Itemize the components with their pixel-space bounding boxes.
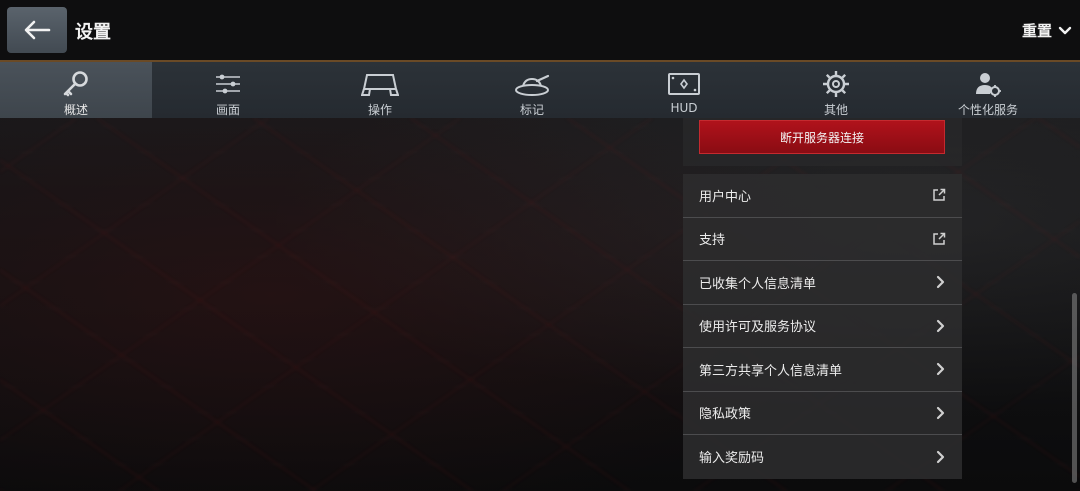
- tab-label: 概述: [63, 103, 88, 117]
- gear-icon: [823, 71, 849, 97]
- chevron-right-icon: [936, 319, 945, 332]
- reset-dropdown[interactable]: 重置: [1022, 20, 1072, 41]
- menu-item-support[interactable]: 支持: [683, 218, 962, 261]
- settings-screen: 设置 重置 概述 画面 操作 标记 HUD 其他 个性化服务 断开服务器连接 用…: [0, 0, 1080, 491]
- menu-item-label: 用户中心: [699, 189, 752, 205]
- tab-controls[interactable]: 操作: [304, 62, 456, 118]
- chevron-down-icon: [1058, 26, 1072, 34]
- scrollbar-thumb[interactable]: [1072, 293, 1077, 483]
- hud-icon: [668, 73, 700, 95]
- tab-label: 其他: [823, 103, 848, 117]
- server-panel: 断开服务器连接: [683, 118, 962, 166]
- external-link-icon: [933, 189, 946, 201]
- tab-markers[interactable]: 标记: [456, 62, 608, 118]
- menu-item-label: 支持: [699, 233, 726, 249]
- reset-label: 重置: [1021, 22, 1052, 40]
- menu-item-label: 已收集个人信息清单: [699, 276, 817, 292]
- menu-item-collected-info[interactable]: 已收集个人信息清单: [683, 261, 962, 305]
- back-button[interactable]: [7, 7, 67, 53]
- menu-item-user-center[interactable]: 用户中心: [683, 174, 962, 218]
- chevron-right-icon: [936, 450, 945, 463]
- settings-tab-bar: 概述 画面 操作 标记 HUD 其他 个性化服务: [0, 62, 1080, 118]
- tab-label: 画面: [215, 103, 240, 117]
- header-bar: 设置 重置: [0, 0, 1080, 62]
- back-arrow-icon: [24, 20, 51, 40]
- tab-personalization[interactable]: 个性化服务: [912, 62, 1064, 118]
- tab-overview[interactable]: 概述: [0, 62, 152, 118]
- tab-label: HUD: [670, 101, 698, 115]
- controls-icon: [361, 74, 399, 96]
- disconnect-server-button[interactable]: 断开服务器连接: [699, 120, 945, 154]
- page-title: 设置: [75, 22, 111, 43]
- menu-item-label: 使用许可及服务协议: [699, 320, 817, 336]
- menu-item-label: 隐私政策: [699, 407, 752, 423]
- chevron-right-icon: [936, 363, 945, 376]
- menu-item-privacy-policy[interactable]: 隐私政策: [683, 392, 962, 435]
- menu-item-redeem-code[interactable]: 输入奖励码: [683, 435, 962, 479]
- external-link-icon: [933, 232, 946, 245]
- menu-item-label: 输入奖励码: [699, 451, 765, 467]
- chevron-right-icon: [936, 406, 945, 419]
- menu-item-label: 第三方共享个人信息清单: [699, 363, 843, 379]
- tab-label: 个性化服务: [957, 103, 1018, 117]
- menu-item-license-agreement[interactable]: 使用许可及服务协议: [683, 305, 962, 348]
- tab-graphics[interactable]: 画面: [152, 62, 304, 118]
- chevron-right-icon: [936, 276, 945, 289]
- tab-other[interactable]: 其他: [760, 62, 912, 118]
- account-menu-list: 用户中心 支持 已收集个人信息清单 使用许可及服务协议 第三方共享个人信息清单 …: [683, 174, 962, 479]
- menu-item-third-party-sharing[interactable]: 第三方共享个人信息清单: [683, 348, 962, 392]
- sliders-icon: [216, 74, 240, 94]
- tab-hud[interactable]: HUD: [608, 62, 760, 118]
- tab-label: 操作: [367, 103, 392, 117]
- key-icon: [63, 71, 88, 97]
- tab-label: 标记: [519, 103, 544, 117]
- tank-icon: [515, 74, 550, 96]
- user-gear-icon: [976, 73, 1001, 97]
